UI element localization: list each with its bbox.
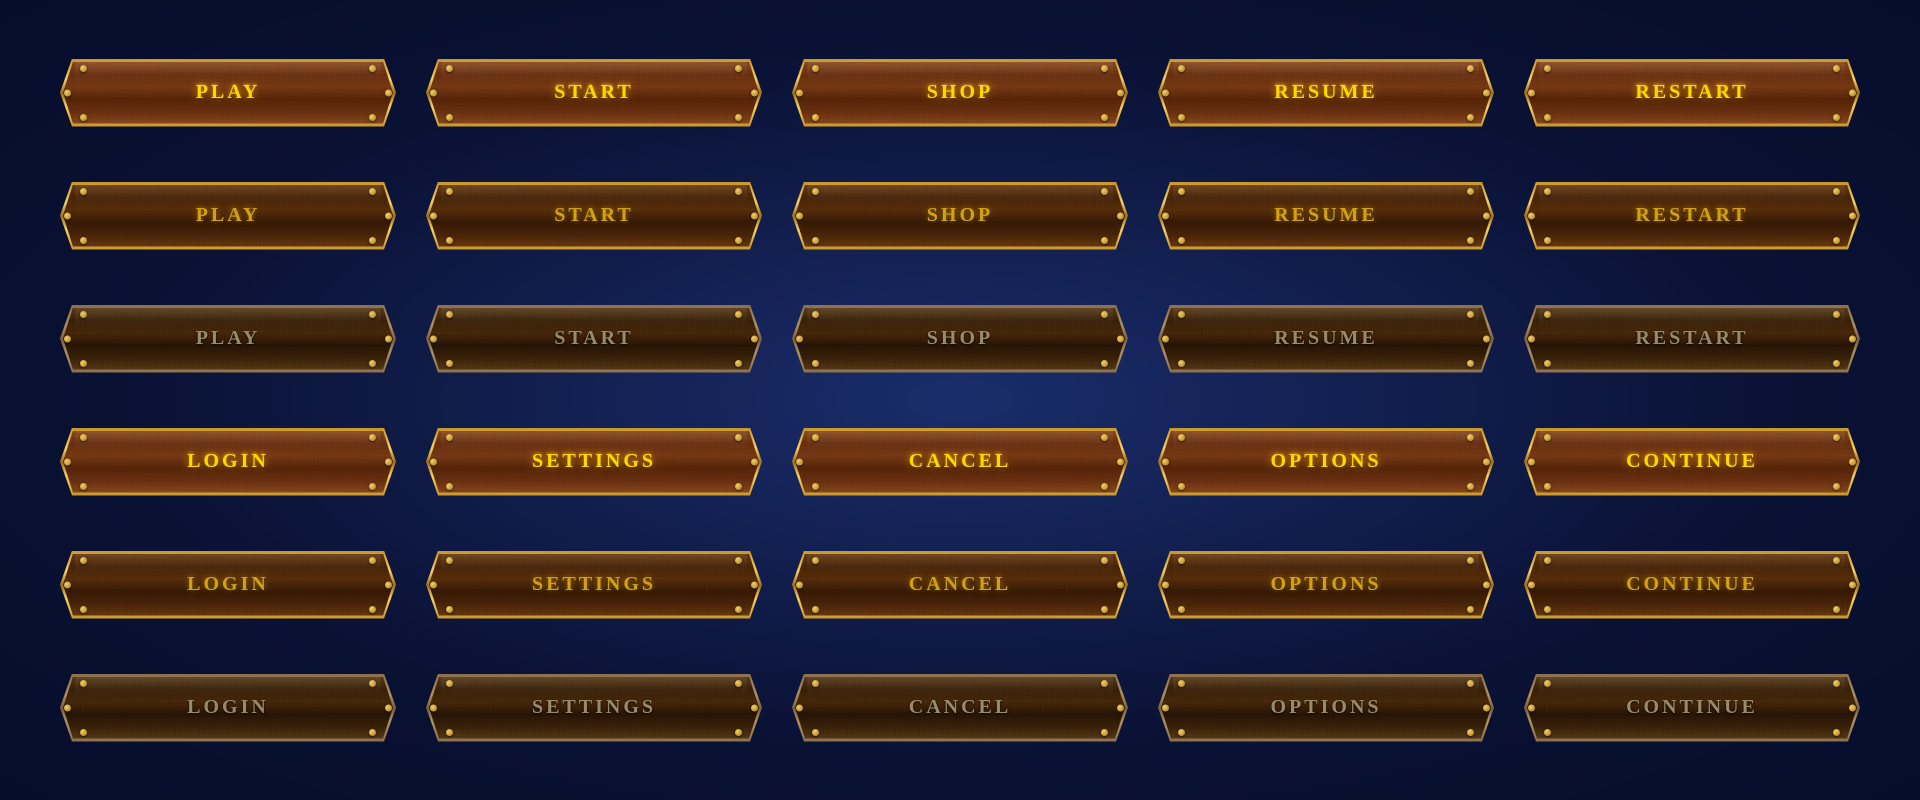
btn-label-login-r3: LOGIN [187, 450, 269, 473]
btn-shop-r0-c2[interactable]: SHOP [792, 40, 1128, 145]
btn-label-restart-r0: RESTART [1635, 81, 1748, 104]
btn-label-continue-r4: CONTINUE [1626, 573, 1758, 596]
btn-options-r5-c3: OPTIONS [1158, 655, 1494, 760]
btn-label-resume-r2: RESUME [1274, 327, 1378, 350]
btn-label-options-r4: OPTIONS [1270, 573, 1381, 596]
btn-cancel-r3-c2[interactable]: CANCEL [792, 409, 1128, 514]
btn-label-restart-r1: RESTART [1635, 204, 1748, 227]
btn-settings-r4-c1[interactable]: SETTINGS [426, 532, 762, 637]
btn-start-r1-c1[interactable]: START [426, 163, 762, 268]
btn-cancel-r5-c2: CANCEL [792, 655, 1128, 760]
btn-continue-r5-c4: CONTINUE [1524, 655, 1860, 760]
btn-label-options-r5: OPTIONS [1270, 696, 1381, 719]
btn-label-login-r5: LOGIN [187, 696, 269, 719]
btn-label-continue-r3: CONTINUE [1626, 450, 1758, 473]
btn-label-cancel-r5: CANCEL [909, 696, 1011, 719]
btn-label-play-r2: PLAY [196, 327, 261, 350]
btn-label-settings-r4: SETTINGS [532, 573, 656, 596]
btn-label-play-r1: PLAY [196, 204, 261, 227]
btn-play-r1-c0[interactable]: PLAY [60, 163, 396, 268]
btn-label-options-r3: OPTIONS [1270, 450, 1381, 473]
btn-continue-r3-c4[interactable]: CONTINUE [1524, 409, 1860, 514]
btn-label-settings-r5: SETTINGS [532, 696, 656, 719]
btn-label-resume-r0: RESUME [1274, 81, 1378, 104]
btn-restart-r2-c4: RESTART [1524, 286, 1860, 391]
btn-login-r4-c0[interactable]: LOGIN [60, 532, 396, 637]
btn-label-cancel-r4: CANCEL [909, 573, 1011, 596]
button-grid: PLAY START SHOP RESUME RESTART PLAY START SHOP R… [0, 0, 1920, 800]
btn-cancel-r4-c2[interactable]: CANCEL [792, 532, 1128, 637]
btn-label-start-r0: START [554, 81, 634, 104]
btn-start-r0-c1[interactable]: START [426, 40, 762, 145]
btn-label-shop-r2: SHOP [927, 327, 993, 350]
btn-continue-r4-c4[interactable]: CONTINUE [1524, 532, 1860, 637]
btn-label-restart-r2: RESTART [1635, 327, 1748, 350]
btn-restart-r1-c4[interactable]: RESTART [1524, 163, 1860, 268]
btn-resume-r0-c3[interactable]: RESUME [1158, 40, 1494, 145]
btn-shop-r2-c2: SHOP [792, 286, 1128, 391]
btn-label-start-r2: START [554, 327, 634, 350]
btn-options-r4-c3[interactable]: OPTIONS [1158, 532, 1494, 637]
btn-label-continue-r5: CONTINUE [1626, 696, 1758, 719]
btn-options-r3-c3[interactable]: OPTIONS [1158, 409, 1494, 514]
btn-login-r5-c0: LOGIN [60, 655, 396, 760]
btn-play-r0-c0[interactable]: PLAY [60, 40, 396, 145]
btn-start-r2-c1: START [426, 286, 762, 391]
btn-settings-r5-c1: SETTINGS [426, 655, 762, 760]
btn-label-settings-r3: SETTINGS [532, 450, 656, 473]
btn-label-cancel-r3: CANCEL [909, 450, 1011, 473]
btn-restart-r0-c4[interactable]: RESTART [1524, 40, 1860, 145]
btn-label-shop-r0: SHOP [927, 81, 993, 104]
btn-settings-r3-c1[interactable]: SETTINGS [426, 409, 762, 514]
btn-label-shop-r1: SHOP [927, 204, 993, 227]
btn-resume-r1-c3[interactable]: RESUME [1158, 163, 1494, 268]
btn-shop-r1-c2[interactable]: SHOP [792, 163, 1128, 268]
btn-login-r3-c0[interactable]: LOGIN [60, 409, 396, 514]
btn-label-start-r1: START [554, 204, 634, 227]
btn-label-play-r0: PLAY [196, 81, 261, 104]
btn-play-r2-c0: PLAY [60, 286, 396, 391]
btn-label-login-r4: LOGIN [187, 573, 269, 596]
btn-label-resume-r1: RESUME [1274, 204, 1378, 227]
btn-resume-r2-c3: RESUME [1158, 286, 1494, 391]
